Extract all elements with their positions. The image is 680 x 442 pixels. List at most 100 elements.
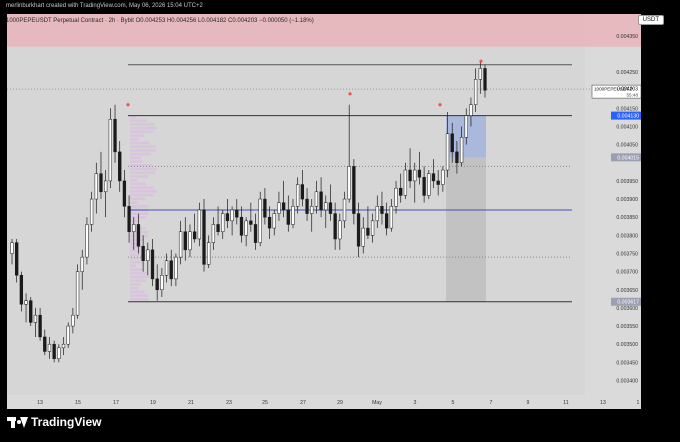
candle-down bbox=[455, 151, 459, 164]
y-tick-label: 0.003500 bbox=[616, 342, 638, 348]
time-axis-pane bbox=[7, 395, 641, 409]
candle-up bbox=[389, 206, 393, 229]
candle-up bbox=[427, 173, 431, 196]
candle-up bbox=[211, 224, 216, 243]
pivot-high-marker bbox=[479, 59, 483, 63]
volume-profile-bar bbox=[130, 190, 157, 193]
candle-up bbox=[244, 220, 248, 236]
volume-profile-bar bbox=[130, 253, 149, 256]
candle-down bbox=[450, 133, 454, 153]
candle-down bbox=[239, 216, 244, 236]
volume-profile-bar bbox=[130, 279, 147, 283]
candle-down bbox=[113, 118, 117, 153]
volume-profile-bar bbox=[130, 145, 156, 148]
candle-down bbox=[319, 191, 323, 211]
volume-profile-bar bbox=[130, 149, 157, 152]
candle-down bbox=[263, 198, 267, 218]
candle-down bbox=[436, 180, 440, 185]
candle-down bbox=[422, 177, 426, 196]
price-tag-value: 0.004130 bbox=[617, 114, 639, 120]
y-tick-label: 0.003750 bbox=[616, 251, 638, 257]
volume-profile-bar bbox=[130, 175, 149, 178]
x-tick-label: 21 bbox=[188, 400, 194, 406]
candle-up bbox=[80, 256, 84, 272]
volume-profile-bar bbox=[130, 264, 137, 268]
candle-up bbox=[445, 133, 450, 171]
candle-up bbox=[146, 249, 150, 261]
symbol-legend: 1000PEPEUSDT Perpetual Contract · 2h · B… bbox=[6, 18, 314, 24]
candle-up bbox=[277, 202, 281, 214]
x-tick-label: 1 bbox=[637, 400, 640, 406]
candle-up bbox=[272, 213, 276, 229]
candle-up bbox=[413, 169, 417, 182]
x-tick-label: 7 bbox=[490, 400, 493, 406]
x-tick-label: 3 bbox=[414, 400, 417, 406]
candle-down bbox=[183, 231, 187, 251]
candle-up bbox=[85, 224, 89, 258]
tradingview-logo: TradingView bbox=[7, 415, 101, 429]
candle-down bbox=[305, 198, 309, 214]
x-tick-label: May bbox=[372, 400, 382, 406]
y-tick-label: 0.004150 bbox=[616, 106, 638, 112]
volume-profile-bar bbox=[130, 186, 154, 189]
y-tick-label: 0.003850 bbox=[616, 215, 638, 221]
volume-profile-bar bbox=[130, 275, 149, 279]
candle-down bbox=[127, 206, 131, 232]
candle-up bbox=[291, 206, 295, 225]
candle-up bbox=[473, 79, 478, 105]
candle-up bbox=[61, 343, 66, 349]
candle-down bbox=[300, 184, 305, 200]
volume-profile-bar bbox=[130, 212, 149, 215]
candle-up bbox=[132, 224, 136, 232]
y-tick-label: 0.004350 bbox=[616, 34, 638, 40]
candle-up bbox=[230, 209, 234, 222]
y-tick-label: 0.003950 bbox=[616, 179, 638, 185]
volume-profile-bar bbox=[130, 283, 141, 286]
candle-up bbox=[310, 206, 314, 214]
y-tick-label: 0.004100 bbox=[616, 124, 638, 130]
y-tick-label: 0.003650 bbox=[616, 288, 638, 294]
candle-up bbox=[459, 137, 464, 164]
candle-down bbox=[19, 275, 24, 305]
candle-up bbox=[178, 231, 183, 258]
candle-down bbox=[417, 169, 422, 178]
candle-down bbox=[333, 213, 337, 240]
candle-down bbox=[225, 213, 230, 222]
x-tick-label: 17 bbox=[113, 400, 119, 406]
candle-down bbox=[202, 209, 206, 265]
tradingview-brand: TradingView bbox=[31, 415, 102, 429]
volume-profile-bar bbox=[130, 167, 157, 171]
volume-profile-bar bbox=[130, 156, 141, 160]
candle-up bbox=[394, 187, 398, 207]
volume-profile-bar bbox=[130, 141, 150, 145]
candle-down bbox=[150, 249, 155, 280]
volume-profile-bar bbox=[130, 290, 145, 294]
created-by-line: merlinburkhart created with TradingView.… bbox=[6, 3, 203, 9]
pivot-high-marker bbox=[348, 92, 352, 96]
candle-down bbox=[483, 68, 487, 91]
pivot-high-marker bbox=[126, 103, 130, 107]
currency-badge[interactable]: USDT bbox=[637, 15, 664, 25]
candle-up bbox=[24, 300, 28, 305]
candle-up bbox=[33, 314, 38, 323]
candle-up bbox=[160, 275, 164, 291]
y-tick-label: 0.003900 bbox=[616, 197, 638, 203]
volume-profile-bar bbox=[130, 160, 143, 163]
candle-up bbox=[469, 104, 473, 116]
plot-pane bbox=[7, 14, 585, 395]
candle-down bbox=[15, 242, 19, 276]
candle-down bbox=[286, 209, 290, 225]
candle-down bbox=[399, 187, 403, 196]
y-tick-label: 0.003550 bbox=[616, 324, 638, 330]
candle-up bbox=[75, 271, 80, 316]
candle-up bbox=[108, 118, 113, 182]
x-tick-label: 29 bbox=[337, 400, 343, 406]
candle-down bbox=[328, 202, 333, 214]
candle-down bbox=[169, 260, 173, 280]
candle-down bbox=[52, 343, 56, 359]
candle-down bbox=[384, 213, 389, 229]
x-tick-label: 19 bbox=[150, 400, 156, 406]
chart-area[interactable]: 0.004350 0.004250 0.004150 0.004100 0.004050… bbox=[0, 0, 680, 437]
candle-up bbox=[164, 260, 169, 276]
x-tick-label: 11 bbox=[563, 400, 568, 406]
